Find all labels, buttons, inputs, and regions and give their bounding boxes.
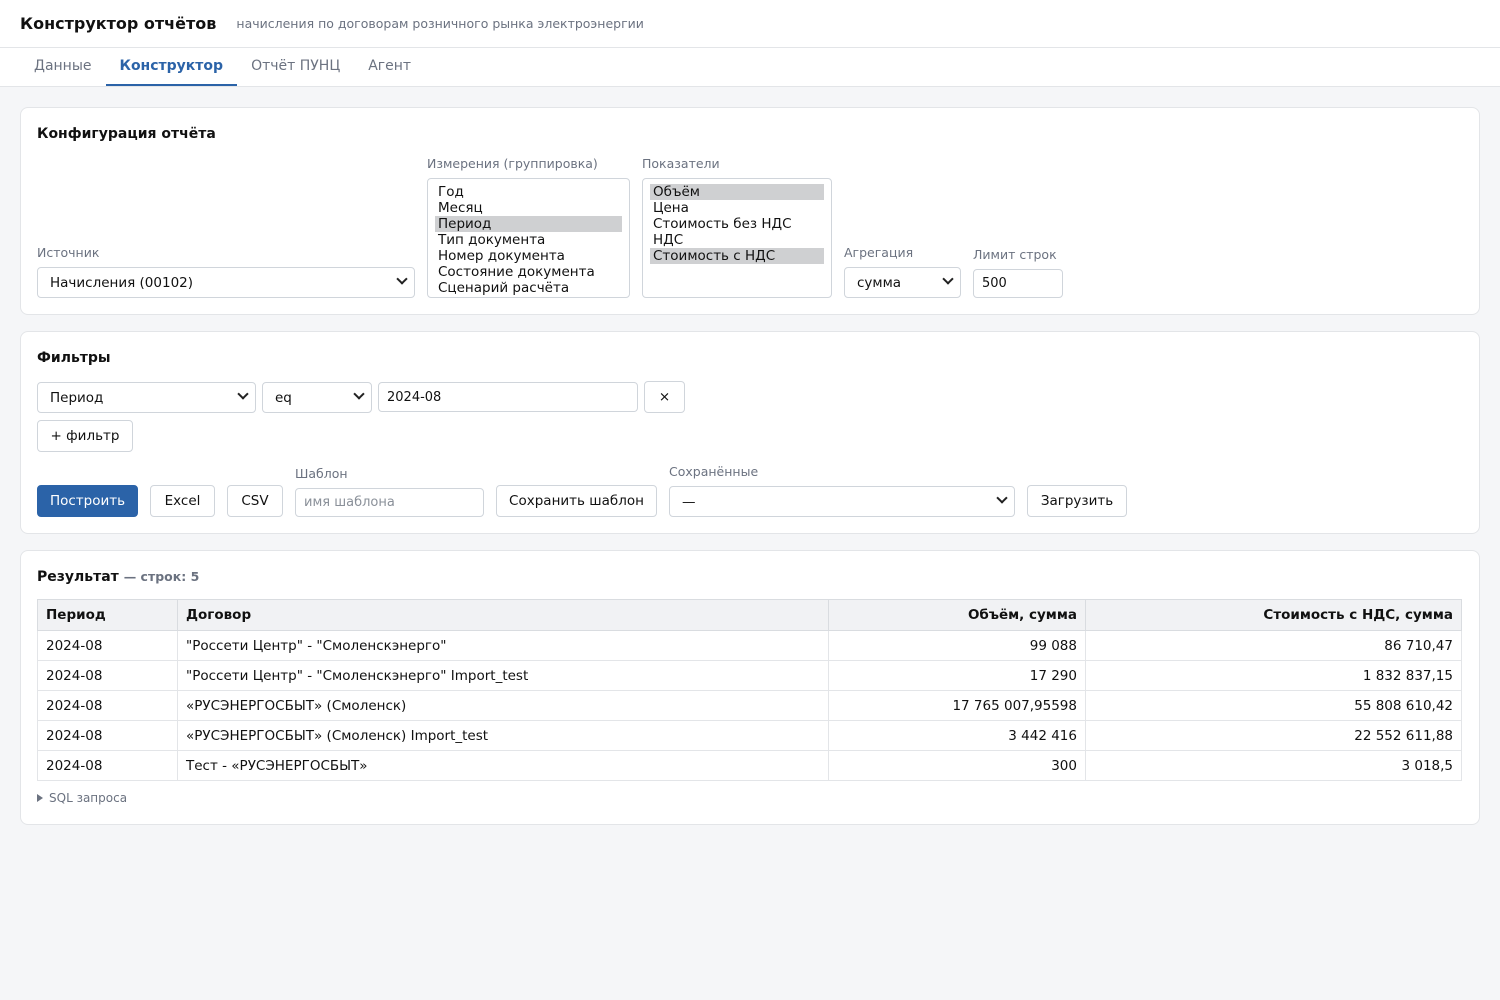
- saved-templates-select[interactable]: —: [669, 486, 1015, 517]
- cell-volume: 99 088: [828, 630, 1086, 661]
- sql-query-toggle-label: SQL запроса: [49, 791, 128, 805]
- metric-option[interactable]: Стоимость без НДС: [650, 216, 824, 232]
- table-header-row: Период Договор Объём, сумма Стоимость с …: [37, 599, 1462, 631]
- column-header[interactable]: Стоимость с НДС, сумма: [1085, 599, 1462, 631]
- tab-bar: Данные Конструктор Отчёт ПУНЦ Агент: [0, 48, 1500, 87]
- cell-period: 2024-08: [37, 660, 178, 691]
- template-name-input[interactable]: [295, 488, 484, 517]
- dimensions-label: Измерения (группировка): [427, 156, 598, 171]
- saved-templates-label: Сохранённые: [669, 464, 759, 479]
- filter-operator-select[interactable]: eq: [262, 382, 372, 413]
- column-header[interactable]: Объём, сумма: [828, 599, 1086, 631]
- metrics-label: Показатели: [642, 156, 720, 171]
- tab-data[interactable]: Данные: [20, 48, 106, 86]
- save-template-button[interactable]: Сохранить шаблон: [496, 485, 657, 517]
- cell-cost-vat: 55 808 610,42: [1085, 690, 1462, 721]
- dimension-option[interactable]: Сценарий расчёта: [435, 280, 622, 296]
- chevron-down-icon: [942, 273, 954, 285]
- aggregation-select[interactable]: сумма: [844, 267, 961, 298]
- result-table: Период Договор Объём, сумма Стоимость с …: [37, 599, 1462, 781]
- limit-input[interactable]: [973, 269, 1063, 298]
- cell-period: 2024-08: [37, 750, 178, 781]
- filter-value-input[interactable]: [378, 382, 638, 412]
- dimension-option[interactable]: Год: [435, 184, 622, 200]
- table-row: 2024-08 "Россети Центр" - "Смоленскэнерг…: [37, 630, 1462, 661]
- remove-filter-button[interactable]: ×: [644, 381, 685, 413]
- cell-volume: 17 290: [828, 660, 1086, 691]
- cell-period: 2024-08: [37, 720, 178, 751]
- add-filter-button[interactable]: + фильтр: [37, 420, 133, 452]
- filter-field-select[interactable]: Период: [37, 382, 256, 413]
- metric-option[interactable]: НДС: [650, 232, 824, 248]
- cell-volume: 3 442 416: [828, 720, 1086, 751]
- limit-label: Лимит строк: [973, 247, 1057, 262]
- cell-cost-vat: 1 832 837,15: [1085, 660, 1462, 691]
- dimension-option[interactable]: Период: [435, 216, 622, 232]
- chevron-down-icon: [396, 273, 408, 285]
- app-subtitle: начисления по договорам розничного рынка…: [236, 16, 644, 31]
- cell-contract: «РУСЭНЕРГОСБЫТ» (Смоленск): [177, 690, 829, 721]
- table-row: 2024-08 «РУСЭНЕРГОСБЫТ» (Смоленск) 17 76…: [37, 690, 1462, 721]
- filter-field-value: Период: [50, 389, 104, 406]
- table-row: 2024-08 "Россети Центр" - "Смоленскэнерг…: [37, 660, 1462, 691]
- cell-period: 2024-08: [37, 630, 178, 661]
- app-header: Конструктор отчётов начисления по догово…: [0, 0, 1500, 48]
- dimension-option[interactable]: Состояние документа: [435, 264, 622, 280]
- cell-volume: 300: [828, 750, 1086, 781]
- result-card: Результат — строк: 5 Период Договор Объё…: [20, 550, 1480, 825]
- sql-query-toggle[interactable]: SQL запроса: [37, 791, 127, 805]
- column-header[interactable]: Период: [37, 599, 178, 631]
- cell-period: 2024-08: [37, 690, 178, 721]
- dimension-option[interactable]: Месяц: [435, 200, 622, 216]
- cell-contract: "Россети Центр" - "Смоленскэнерго": [177, 630, 829, 661]
- column-header[interactable]: Договор: [177, 599, 829, 631]
- dimension-option[interactable]: Тип документа: [435, 232, 622, 248]
- excel-export-button[interactable]: Excel: [150, 485, 215, 517]
- app-title: Конструктор отчётов: [20, 14, 217, 33]
- load-template-button[interactable]: Загрузить: [1027, 485, 1127, 517]
- chevron-down-icon: [237, 388, 249, 400]
- tab-agent[interactable]: Агент: [354, 48, 425, 86]
- chevron-down-icon: [996, 492, 1008, 504]
- cell-contract: "Россети Центр" - "Смоленскэнерго" Impor…: [177, 660, 829, 691]
- template-label: Шаблон: [295, 466, 348, 481]
- source-select[interactable]: Начисления (00102): [37, 267, 415, 298]
- source-label: Источник: [37, 245, 100, 260]
- tab-punc-report[interactable]: Отчёт ПУНЦ: [237, 48, 354, 86]
- result-title: Результат — строк: 5: [37, 569, 199, 585]
- cell-contract: Тест - «РУСЭНЕРГОСБЫТ»: [177, 750, 829, 781]
- cell-cost-vat: 22 552 611,88: [1085, 720, 1462, 751]
- table-row: 2024-08 Тест - «РУСЭНЕРГОСБЫТ» 300 3 018…: [37, 750, 1462, 781]
- result-row-count: — строк: 5: [123, 569, 200, 584]
- filter-operator-value: eq: [275, 389, 292, 406]
- close-icon: ×: [658, 389, 671, 405]
- build-button[interactable]: Построить: [37, 485, 138, 517]
- cell-volume: 17 765 007,95598: [828, 690, 1086, 721]
- cell-contract: «РУСЭНЕРГОСБЫТ» (Смоленск) Import_test: [177, 720, 829, 751]
- aggregation-select-value: сумма: [857, 274, 902, 291]
- metric-option[interactable]: Объём: [650, 184, 824, 200]
- filters-title: Фильтры: [37, 350, 111, 366]
- chevron-down-icon: [353, 388, 365, 400]
- metrics-listbox[interactable]: Объём Цена Стоимость без НДС НДС Стоимос…: [642, 178, 832, 298]
- metric-option[interactable]: Стоимость с НДС: [650, 248, 824, 264]
- table-row: 2024-08 «РУСЭНЕРГОСБЫТ» (Смоленск) Impor…: [37, 720, 1462, 751]
- filters-card: Фильтры Период eq × + фильтр Построить E…: [20, 331, 1480, 534]
- triangle-right-icon: [37, 794, 43, 802]
- cell-cost-vat: 86 710,47: [1085, 630, 1462, 661]
- config-card: Конфигурация отчёта Источник Начисления …: [20, 107, 1480, 315]
- result-title-text: Результат: [37, 569, 119, 585]
- aggregation-label: Агрегация: [844, 245, 914, 260]
- config-title: Конфигурация отчёта: [37, 126, 216, 142]
- csv-export-button[interactable]: CSV: [227, 485, 283, 517]
- tab-constructor[interactable]: Конструктор: [105, 48, 238, 86]
- saved-templates-value: —: [682, 493, 696, 510]
- dimension-option[interactable]: Номер документа: [435, 248, 622, 264]
- cell-cost-vat: 3 018,5: [1085, 750, 1462, 781]
- dimensions-listbox[interactable]: Год Месяц Период Тип документа Номер док…: [427, 178, 630, 298]
- metric-option[interactable]: Цена: [650, 200, 824, 216]
- source-select-value: Начисления (00102): [50, 274, 194, 291]
